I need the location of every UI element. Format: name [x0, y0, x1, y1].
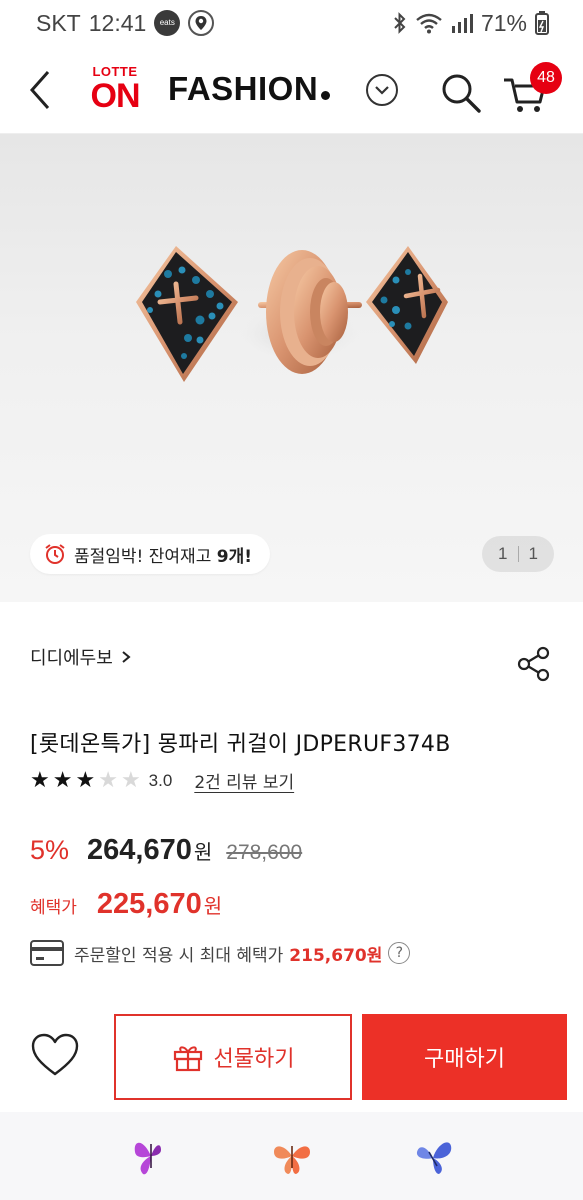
purple-butterfly-icon[interactable]	[129, 1134, 173, 1178]
star-empty-icon: ★	[120, 767, 141, 793]
image-total: 1	[528, 544, 538, 563]
chevron-right-icon	[122, 651, 131, 663]
battery-icon	[535, 11, 549, 35]
brand-link[interactable]: 디디에두보	[30, 644, 131, 670]
mall-dropdown-button[interactable]	[366, 74, 398, 106]
card-max-price: 215,670원	[289, 945, 383, 966]
bottom-nav-strip	[0, 1112, 583, 1200]
chevron-left-icon	[29, 71, 50, 109]
search-icon	[442, 74, 481, 113]
card-discount-row: 주문할인 적용 시 최대 혜택가 215,670원 ?	[30, 940, 411, 966]
image-counter: 1 1	[482, 536, 554, 572]
star-filled-icon: ★	[75, 767, 96, 793]
blue-butterfly-icon[interactable]	[411, 1134, 455, 1178]
mall-title-text: FASHION	[168, 70, 319, 107]
sale-price-value: 264,670	[87, 834, 192, 866]
battery-percent: 71%	[480, 9, 527, 36]
status-bar: SKT 12:41 eats 71%	[0, 0, 583, 46]
product-title: [롯데온특가] 몽파리 귀걸이 JDPERUF374B	[30, 732, 451, 757]
map-pin-icon	[188, 10, 215, 36]
wifi-icon	[416, 13, 442, 34]
gift-icon	[173, 1046, 202, 1072]
buy-button-label: 구매하기	[424, 1047, 505, 1072]
purchase-action-bar: 선물하기 구매하기	[0, 1012, 583, 1100]
back-button[interactable]	[26, 68, 56, 112]
app-header: LOTTE ON FASHION 48	[0, 46, 583, 134]
original-price: 278,600	[226, 841, 303, 864]
price-row: 5% 264,670 원 278,600	[30, 834, 302, 867]
carrier: SKT	[36, 9, 81, 36]
rating-stars: ★ ★ ★ ★ ★	[30, 767, 141, 793]
benefit-price-row: 혜택가 225,670 원	[30, 888, 222, 921]
low-stock-text: 품절임박! 잔여재고 9개!	[74, 542, 252, 567]
alarm-clock-icon	[45, 544, 65, 564]
search-button[interactable]	[440, 72, 482, 114]
title-dot	[321, 91, 331, 100]
coupang-eats-icon: eats	[154, 10, 181, 36]
low-stock-banner: 품절임박! 잔여재고 9개!	[30, 534, 270, 574]
lotte-on-logo[interactable]: LOTTE ON	[86, 64, 144, 116]
low-stock-prefix: 품절임박! 잔여재고	[74, 546, 217, 567]
buy-button[interactable]: 구매하기	[362, 1014, 567, 1100]
gift-button-label: 선물하기	[213, 1047, 295, 1072]
share-button[interactable]	[517, 646, 551, 682]
rating-value: 3.0	[148, 770, 173, 790]
share-icon	[517, 646, 550, 682]
view-reviews-link[interactable]: 2건 리뷰 보기	[194, 768, 294, 793]
brand-name: 디디에두보	[30, 648, 113, 669]
counter-divider	[517, 546, 519, 562]
benefit-price: 225,670 원	[97, 888, 222, 921]
discount-rate: 5%	[30, 835, 70, 865]
mall-title[interactable]: FASHION	[168, 70, 331, 108]
star-filled-icon: ★	[30, 767, 50, 793]
bluetooth-icon	[394, 12, 406, 34]
clock: 12:41	[88, 9, 147, 36]
help-icon[interactable]: ?	[388, 942, 411, 964]
wishlist-button[interactable]	[30, 1032, 80, 1078]
card-discount-text: 주문할인 적용 시 최대 혜택가	[74, 945, 284, 966]
benefit-price-value: 225,670	[96, 888, 202, 920]
status-right: 71%	[393, 10, 549, 37]
logo-main-text: ON	[90, 77, 141, 115]
benefit-label: 혜택가	[30, 898, 77, 918]
image-index: 1	[498, 544, 508, 563]
benefit-price-currency: 원	[203, 896, 223, 918]
product-image-gallery[interactable]: 품절임박! 잔여재고 9개! 1 1	[0, 134, 583, 602]
signal-icon	[451, 14, 473, 33]
cart-count-badge: 48	[530, 62, 562, 94]
credit-card-icon	[30, 940, 64, 966]
product-image	[136, 246, 448, 382]
star-filled-icon: ★	[52, 767, 73, 793]
rating-row: ★ ★ ★ ★ ★ 3.0 2건 리뷰 보기	[30, 768, 294, 793]
chevron-down-icon	[375, 86, 389, 95]
gift-button[interactable]: 선물하기	[114, 1014, 352, 1100]
sale-price: 264,670 원	[87, 834, 212, 867]
orange-butterfly-icon[interactable]	[270, 1134, 314, 1178]
status-left: SKT 12:41 eats	[36, 9, 215, 37]
sale-price-currency: 원	[193, 842, 213, 864]
heart-icon	[31, 1033, 79, 1076]
low-stock-count: 9개!	[216, 546, 252, 567]
star-empty-icon: ★	[98, 767, 118, 793]
